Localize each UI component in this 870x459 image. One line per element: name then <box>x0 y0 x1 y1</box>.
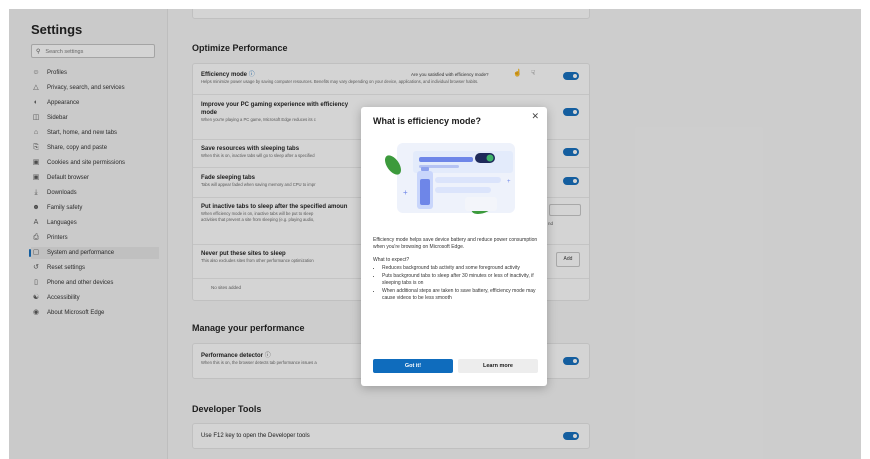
dialog-intro: Efficiency mode helps save device batter… <box>373 237 538 250</box>
dialog-bullet: When additional steps are taken to save … <box>382 288 538 302</box>
svg-text:+: + <box>403 188 408 197</box>
efficiency-mode-dialog: What is efficiency mode? ✕ + + Efficienc… <box>361 107 547 386</box>
close-icon[interactable]: ✕ <box>531 111 539 122</box>
svg-text:+: + <box>507 179 511 185</box>
dialog-expect-label: What to expect? <box>373 257 410 263</box>
dialog-bullet: Reduces background tab activity and some… <box>382 265 538 272</box>
efficiency-illustration: + + <box>385 143 515 214</box>
edge-settings-window: Settings ⚲ Search settings ☺ Profiles △ Pri… <box>9 9 861 459</box>
dialog-bullet: Puts background tabs to sleep after 30 m… <box>382 273 538 287</box>
learn-more-button[interactable]: Learn more <box>458 359 538 373</box>
dialog-title: What is efficiency mode? <box>373 116 482 126</box>
dialog-bullet-list: Reduces background tab activity and some… <box>373 265 538 302</box>
screenshot-page: Settings ⚲ Search settings ☺ Profiles △ Pri… <box>0 0 870 459</box>
dialog-body: Efficiency mode helps save device batter… <box>373 237 538 303</box>
got-it-button[interactable]: Got it! <box>373 359 453 373</box>
